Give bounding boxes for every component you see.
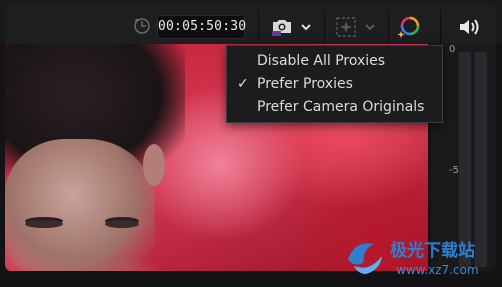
menu-item-disable-all-proxies[interactable]: Disable All Proxies (227, 50, 442, 72)
clock-icon[interactable] (132, 16, 152, 36)
site-watermark: 极光下载站 www.xz7.com (340, 232, 500, 282)
proxy-dropdown-menu: Disable All Proxies ✓ Prefer Proxies Pre… (226, 45, 443, 123)
speaker-icon (458, 19, 482, 42)
meter-scale-label: -5 (449, 165, 459, 176)
menu-item-prefer-camera-originals[interactable]: Prefer Camera Originals (227, 96, 442, 118)
audio-mute-button[interactable] (458, 16, 482, 38)
viewer-toolbar: 00:05:50:30 (0, 0, 502, 44)
viewer-image-ear (143, 144, 165, 186)
menu-item-prefer-proxies[interactable]: ✓ Prefer Proxies (227, 73, 442, 95)
meter-scale-label: 0 (449, 44, 456, 55)
toolbar-divider (440, 10, 441, 44)
toolbar-divider (324, 10, 325, 44)
viewer-image-face (5, 139, 155, 271)
viewer-image-eye (25, 220, 63, 228)
toolbar-divider (258, 10, 259, 44)
color-viewer-button[interactable] (396, 14, 422, 40)
menu-item-label: Prefer Proxies (257, 76, 353, 92)
timecode-display[interactable]: 00:05:50:30 (157, 15, 246, 39)
effects-mode-button[interactable] (330, 14, 380, 40)
toolbar-divider (388, 10, 389, 44)
color-wheel-icon (396, 16, 422, 44)
menu-item-label: Prefer Camera Originals (257, 99, 425, 115)
viewer-image-eye (105, 220, 139, 228)
proxy-mode-button[interactable] (268, 14, 318, 40)
watermark-title: 极光下载站 (390, 240, 475, 261)
watermark-url: www.xz7.com (396, 263, 479, 277)
toolbar-band (5, 4, 496, 44)
menu-item-label: Disable All Proxies (257, 53, 386, 69)
checkmark-icon: ✓ (237, 76, 249, 92)
